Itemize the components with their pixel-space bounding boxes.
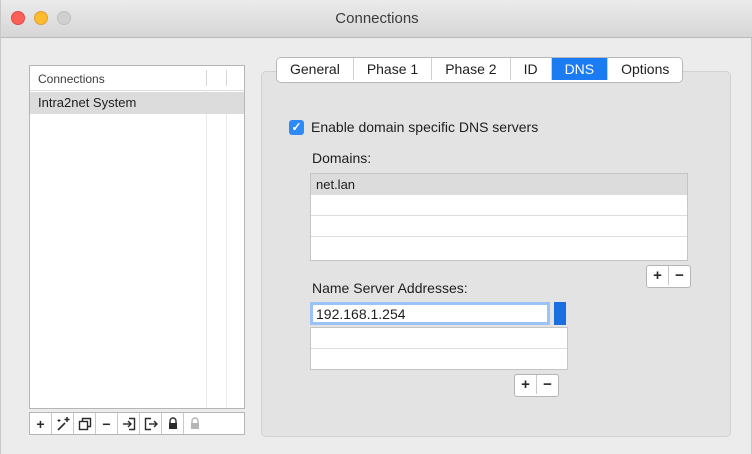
- plus-icon: +: [653, 267, 662, 284]
- column-divider: [206, 90, 207, 408]
- name-servers-label: Name Server Addresses:: [312, 280, 468, 296]
- name-server-rows: [310, 327, 568, 370]
- tab-general[interactable]: General: [277, 58, 354, 80]
- lock-icon: [168, 417, 177, 429]
- column-divider: [226, 70, 227, 86]
- tab-id[interactable]: ID: [510, 58, 552, 80]
- column-divider: [226, 90, 227, 408]
- tab-dns[interactable]: DNS: [551, 58, 609, 80]
- list-item[interactable]: Intra2net System: [30, 92, 244, 114]
- import-icon: [122, 417, 135, 430]
- table-row[interactable]: [311, 195, 687, 216]
- unlock-button[interactable]: [184, 413, 206, 434]
- tab-bar: General Phase 1 Phase 2 ID DNS Options: [276, 57, 684, 83]
- add-domain-button[interactable]: +: [647, 266, 669, 285]
- magic-wand-plus-icon: [56, 416, 69, 431]
- tab-phase-1[interactable]: Phase 1: [353, 58, 433, 80]
- import-button[interactable]: [118, 413, 140, 434]
- table-row[interactable]: [311, 216, 687, 237]
- title-bar: Connections: [1, 0, 752, 38]
- window-title: Connections: [335, 10, 419, 27]
- checkmark-icon: ✓: [291, 120, 302, 134]
- export-button[interactable]: [140, 413, 162, 434]
- list-header-label: Connections: [38, 72, 105, 86]
- remove-connection-button[interactable]: −: [96, 413, 118, 434]
- domains-add-remove: + −: [646, 265, 691, 288]
- connections-window: Connections Connections Intra2net System…: [0, 0, 752, 454]
- name-server-input[interactable]: 192.168.1.254: [310, 302, 550, 325]
- connections-list[interactable]: Connections Intra2net System: [29, 65, 245, 409]
- export-icon: [144, 417, 158, 430]
- list-toolbar: + −: [29, 412, 245, 435]
- duplicate-icon: [78, 417, 91, 430]
- domain-cell: net.lan: [316, 177, 356, 192]
- enable-dns-checkbox[interactable]: ✓: [289, 119, 304, 135]
- minus-icon: −: [543, 376, 552, 393]
- table-row[interactable]: net.lan: [311, 174, 687, 195]
- table-row[interactable]: [311, 237, 687, 257]
- plus-icon: +: [36, 415, 45, 432]
- name-servers-table[interactable]: 192.168.1.254: [310, 302, 568, 370]
- wizard-add-button[interactable]: [52, 413, 74, 434]
- enable-dns-label: Enable domain specific DNS servers: [311, 119, 539, 135]
- name-server-selection-indicator: [554, 302, 566, 325]
- row-divider: [311, 348, 567, 349]
- remove-domain-button[interactable]: −: [669, 266, 690, 285]
- lock-button[interactable]: [162, 413, 184, 434]
- minus-icon: −: [675, 267, 684, 284]
- remove-name-server-button[interactable]: −: [537, 375, 558, 394]
- minus-icon: −: [102, 415, 111, 432]
- duplicate-button[interactable]: [74, 413, 96, 434]
- add-connection-button[interactable]: +: [30, 413, 52, 434]
- unlock-icon: [191, 417, 199, 429]
- column-divider: [206, 70, 207, 86]
- name-servers-add-remove: + −: [514, 374, 559, 397]
- tab-options[interactable]: Options: [608, 58, 683, 80]
- domains-table[interactable]: net.lan: [310, 173, 688, 261]
- add-name-server-button[interactable]: +: [515, 375, 537, 394]
- list-item-label: Intra2net System: [38, 95, 137, 110]
- enable-dns-row[interactable]: ✓ Enable domain specific DNS servers: [289, 118, 538, 136]
- list-header: Connections: [30, 66, 244, 91]
- tab-phase-2[interactable]: Phase 2: [432, 58, 511, 80]
- domains-label: Domains:: [312, 150, 372, 166]
- plus-icon: +: [521, 376, 530, 393]
